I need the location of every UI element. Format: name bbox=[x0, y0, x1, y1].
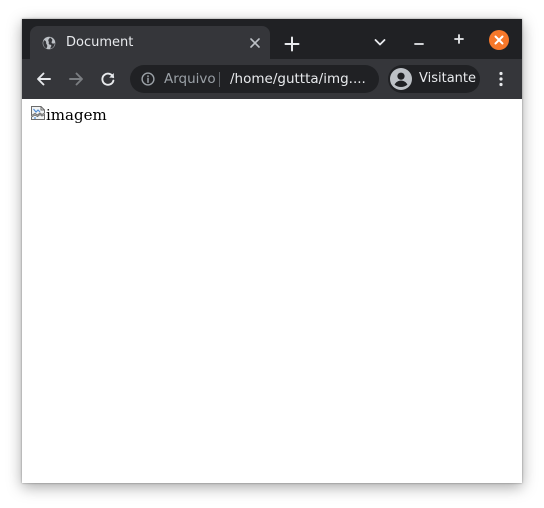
tab-title: Document bbox=[66, 35, 134, 50]
profile-button[interactable]: Visitante bbox=[388, 65, 480, 93]
back-arrow-icon[interactable] bbox=[34, 69, 54, 89]
globe-icon bbox=[42, 36, 56, 50]
info-icon[interactable] bbox=[141, 72, 155, 86]
chevron-down-icon[interactable] bbox=[369, 31, 391, 53]
reload-icon[interactable] bbox=[98, 69, 118, 89]
page-content: imagem bbox=[22, 99, 522, 483]
maximize-icon[interactable] bbox=[448, 28, 470, 50]
tab-strip: Document bbox=[22, 19, 522, 59]
minimize-icon[interactable] bbox=[408, 31, 430, 53]
profile-name: Visitante bbox=[419, 71, 477, 86]
window-close-button[interactable] bbox=[489, 30, 509, 50]
new-tab-icon[interactable] bbox=[280, 33, 304, 55]
avatar-icon bbox=[390, 68, 412, 90]
browser-window: Document Arquivo /home/guttta/img.... Vi… bbox=[22, 19, 522, 483]
broken-image-icon bbox=[31, 106, 45, 120]
close-icon bbox=[494, 35, 504, 45]
address-divider bbox=[219, 72, 220, 87]
forward-arrow-icon[interactable] bbox=[66, 69, 86, 89]
address-bar[interactable]: Arquivo /home/guttta/img.... bbox=[130, 65, 379, 93]
broken-image: imagem bbox=[30, 105, 107, 125]
more-vertical-icon[interactable] bbox=[492, 69, 510, 89]
security-label: Arquivo bbox=[164, 71, 216, 87]
image-alt-text: imagem bbox=[46, 106, 107, 124]
navigation-toolbar: Arquivo /home/guttta/img.... Visitante bbox=[22, 59, 522, 99]
close-tab-icon[interactable] bbox=[248, 36, 262, 50]
url-text[interactable]: /home/guttta/img.... bbox=[230, 71, 366, 87]
tab-document[interactable]: Document bbox=[30, 26, 270, 59]
